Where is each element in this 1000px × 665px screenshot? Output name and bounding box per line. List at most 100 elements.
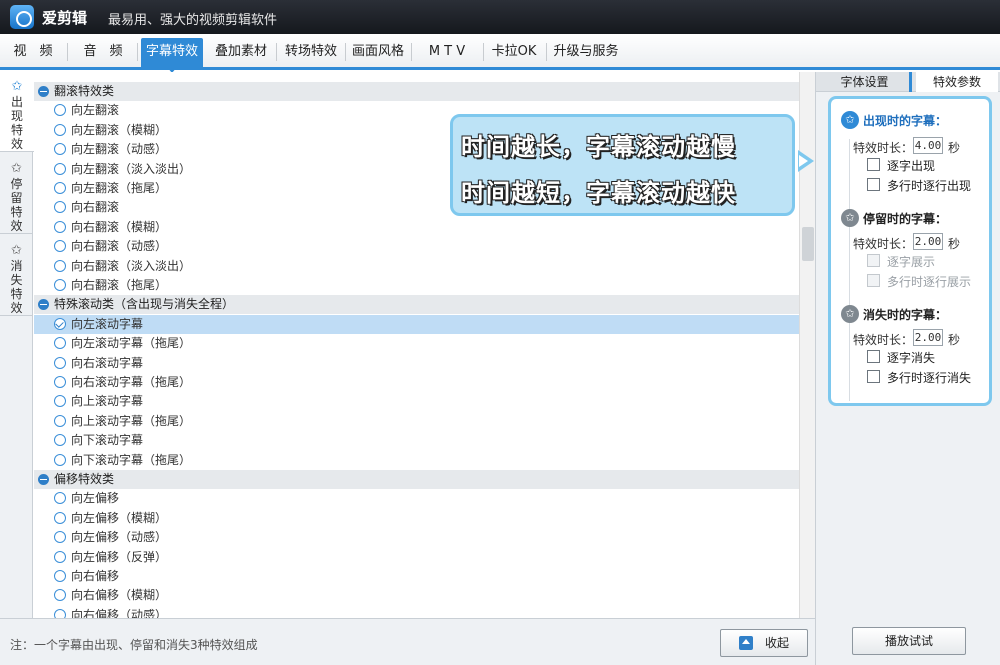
effect-item-label: 向右翻滚 (71, 200, 120, 215)
collapse-minus-icon[interactable] (38, 474, 49, 485)
callout-line-2: 时间越短，字幕滚动越快 (461, 179, 736, 207)
effect-list-item[interactable]: 向右滚动字幕 (34, 354, 799, 373)
checkbox-label: 逐字展示 (887, 255, 936, 269)
radio-button[interactable] (54, 550, 66, 563)
effect-list-item[interactable]: 向右翻滚（动感） (34, 237, 799, 256)
side-tab-label: 停留特效 (10, 177, 23, 233)
effect-group-header[interactable]: 偏移特效类 (34, 470, 799, 489)
scroll-thumb[interactable] (802, 227, 814, 261)
checkbox[interactable] (867, 178, 880, 191)
disappear-duration-input[interactable]: 2.00 (913, 329, 943, 346)
effect-list-item[interactable]: 向右偏移（动感） (34, 606, 799, 618)
checkbox[interactable] (867, 158, 880, 171)
menu-subtitle-effects[interactable]: 字幕特效 (141, 38, 203, 73)
collapse-button[interactable]: 收起 (720, 629, 808, 657)
tab-font-settings[interactable]: 字体设置 (820, 72, 912, 92)
effect-group-header[interactable]: 翻滚特效类 (34, 82, 799, 101)
menu-mtv[interactable]: M T V (414, 40, 480, 64)
radio-button[interactable] (54, 414, 66, 427)
radio-button[interactable] (54, 376, 66, 388)
tab-appear-effects[interactable]: ✩ 出现特效 (0, 72, 34, 152)
menu-upgrade-service[interactable]: 升级与服务 (549, 40, 623, 64)
effect-list-item[interactable]: 向左偏移（动感） (34, 528, 799, 547)
radio-button[interactable] (54, 182, 66, 194)
effect-list-item[interactable]: 向右偏移（模糊） (34, 586, 799, 605)
radio-button[interactable] (54, 453, 66, 466)
collapse-minus-icon[interactable] (38, 86, 49, 97)
effect-list-item[interactable]: 向左偏移 (34, 489, 799, 508)
menu-separator (546, 43, 547, 61)
effect-list-item[interactable]: 向右偏移 (34, 567, 799, 586)
menu-karaoke[interactable]: 卡拉OK (486, 40, 542, 64)
effect-item-label: 向右翻滚（模糊） (71, 219, 168, 234)
star-arrow-icon: ✩ (841, 305, 859, 323)
effect-item-label: 向左翻滚（动感） (71, 142, 168, 157)
effect-list-item[interactable]: 向右翻滚（淡入淡出） (34, 257, 799, 276)
tab-stay-effects[interactable]: ✩ 停留特效 (0, 154, 33, 234)
radio-button[interactable] (54, 279, 66, 291)
collapse-label: 收起 (765, 636, 790, 650)
menu-separator (483, 43, 484, 61)
effect-list-item[interactable]: 向左滚动字幕（拖尾） (34, 334, 799, 353)
menu-separator (276, 43, 277, 61)
effect-group-title: 翻滚特效类 (54, 84, 115, 98)
effect-list-item[interactable]: 向左滚动字幕 (34, 314, 799, 334)
checkbox[interactable] (867, 370, 880, 383)
tab-disappear-effects[interactable]: ✩ 消失特效 (0, 236, 33, 316)
duration-label: 特效时长： (853, 237, 914, 251)
radio-button[interactable] (54, 220, 66, 233)
radio-button[interactable] (54, 201, 66, 214)
radio-button[interactable] (54, 570, 66, 582)
radio-button[interactable] (54, 608, 66, 618)
effect-item-label: 向右偏移（模糊） (71, 588, 168, 603)
radio-button[interactable] (54, 356, 66, 369)
radio-button[interactable] (54, 259, 66, 272)
title-bar: 爱剪辑 最易用、强大的视频剪辑软件 (0, 0, 1000, 34)
effect-params-panel: 字体设置 特效参数 ✩ 出现时的字幕： 特效时长： 4.00 秒 逐字出现 多行… (815, 72, 1000, 665)
effect-group-header[interactable]: 特殊滚动类（含出现与消失全程） (34, 295, 799, 315)
play-preview-button[interactable]: 播放试试 (852, 627, 966, 655)
radio-button[interactable] (54, 104, 66, 117)
menu-separator (345, 43, 346, 61)
stay-duration-input[interactable]: 2.00 (913, 233, 943, 250)
menu-video[interactable]: 视 频 (6, 40, 60, 64)
effect-list-item[interactable]: 向上滚动字幕（拖尾） (34, 412, 799, 431)
effect-list-item[interactable]: 向下滚动字幕 (34, 431, 799, 450)
checkbox[interactable] (867, 350, 880, 363)
effect-list-item[interactable]: 向上滚动字幕 (34, 392, 799, 411)
radio-button[interactable] (54, 123, 66, 136)
phase-timeline (849, 139, 850, 401)
radio-button[interactable] (54, 511, 66, 524)
radio-button[interactable] (54, 395, 66, 408)
radio-button[interactable] (54, 162, 66, 175)
radio-button[interactable] (54, 434, 66, 447)
menu-picture-style[interactable]: 画面风格 (348, 40, 408, 64)
tab-effect-params[interactable]: 特效参数 (916, 72, 998, 92)
effect-item-label: 向左滚动字幕（拖尾） (71, 336, 192, 351)
radio-button[interactable] (54, 317, 66, 330)
appear-duration-input[interactable]: 4.00 (913, 137, 943, 154)
radio-button[interactable] (54, 531, 66, 544)
effect-item-label: 向右滚动字幕 (71, 355, 144, 370)
radio-button[interactable] (54, 337, 66, 350)
menu-transition-effects[interactable]: 转场特效 (280, 40, 342, 64)
menu-overlay-material[interactable]: 叠加素材 (210, 40, 272, 64)
stay-section-title: 停留时的字幕： (863, 212, 948, 226)
duration-unit: 秒 (948, 333, 961, 347)
radio-button[interactable] (54, 240, 66, 253)
effect-list-item[interactable]: 向左偏移（反弹） (34, 548, 799, 567)
effect-list-item[interactable]: 向左偏移（模糊） (34, 509, 799, 528)
radio-button[interactable] (54, 492, 66, 505)
collapse-minus-icon[interactable] (38, 299, 49, 311)
app-title: 爱剪辑 (42, 9, 88, 27)
effect-list-item[interactable]: 向右翻滚（模糊） (34, 218, 799, 237)
effect-list-item[interactable]: 向右滚动字幕（拖尾） (34, 373, 799, 392)
effect-list-item[interactable]: 向下滚动字幕（拖尾） (34, 451, 799, 470)
radio-button[interactable] (54, 143, 66, 156)
menu-audio[interactable]: 音 频 (74, 40, 132, 64)
footer-note: 注：一个字幕由出现、停留和消失3种特效组成 (10, 638, 258, 652)
app-slogan: 最易用、强大的视频剪辑软件 (108, 13, 278, 28)
effect-list-item[interactable]: 向右翻滚（拖尾） (34, 276, 799, 295)
radio-button[interactable] (54, 589, 66, 602)
effect-group-title: 特殊滚动类（含出现与消失全程） (54, 297, 235, 312)
